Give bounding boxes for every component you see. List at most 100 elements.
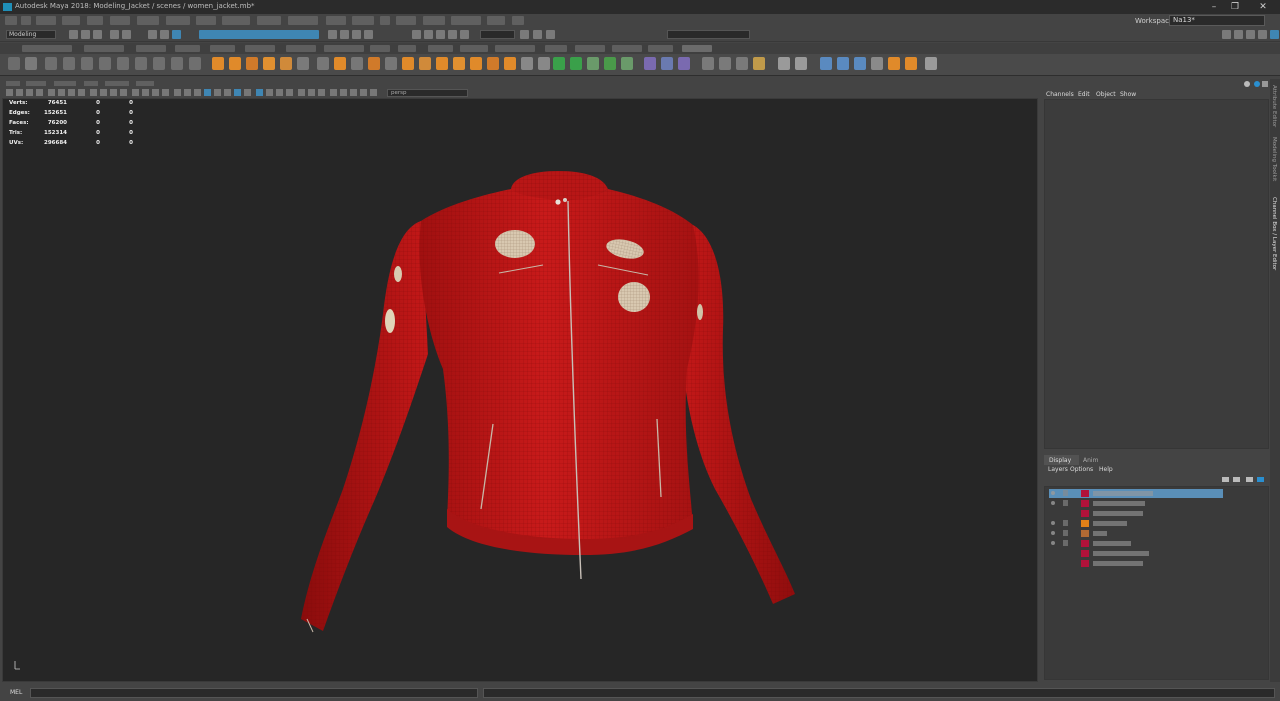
panel-menu-item[interactable]: [6, 81, 20, 86]
shelf-icon[interactable]: [570, 57, 582, 70]
viewport-toolbar-icon[interactable]: [6, 89, 13, 96]
shelf-tab[interactable]: [210, 45, 235, 52]
ipr-icon[interactable]: [460, 30, 469, 39]
menu-item[interactable]: [21, 16, 31, 25]
workspace-select[interactable]: Na13*: [1169, 15, 1265, 26]
channel-box-menu-channels[interactable]: Channels: [1046, 91, 1074, 98]
modeling-toolkit-tab[interactable]: Modeling Toolkit: [1271, 137, 1277, 181]
shelf-icon[interactable]: [212, 57, 224, 70]
toggle-panel-icon[interactable]: [1258, 30, 1267, 39]
shelf-icon[interactable]: [135, 57, 147, 70]
shelf-tab[interactable]: [324, 45, 364, 52]
menu-item[interactable]: [396, 16, 416, 25]
select-mode-icon[interactable]: [148, 30, 157, 39]
layer-visibility-icon[interactable]: [1051, 541, 1055, 545]
shelf-icon[interactable]: [317, 57, 329, 70]
shelf-icon[interactable]: [736, 57, 748, 70]
select-mode-icon[interactable]: [172, 30, 181, 39]
render-select[interactable]: [480, 30, 515, 39]
move-layer-up-icon[interactable]: [1222, 477, 1229, 482]
menu-item[interactable]: [380, 16, 390, 25]
shelf-icon[interactable]: [538, 57, 550, 70]
render-icon[interactable]: [436, 30, 445, 39]
channel-box-menu-edit[interactable]: Edit: [1078, 91, 1090, 98]
layer-row[interactable]: [1049, 539, 1223, 548]
layer-playback-icon[interactable]: [1063, 490, 1068, 496]
viewport-toolbar-icon[interactable]: [184, 89, 191, 96]
input-field[interactable]: [667, 30, 750, 39]
toggle-panel-icon[interactable]: [1222, 30, 1231, 39]
viewport-toolbar-icon[interactable]: [214, 89, 221, 96]
shelf-icon[interactable]: [753, 57, 765, 70]
menu-item[interactable]: [5, 16, 17, 25]
snap-curve-icon[interactable]: [340, 30, 349, 39]
shelf-icon[interactable]: [297, 57, 309, 70]
layer-color-swatch[interactable]: [1081, 550, 1089, 557]
snap-point-icon[interactable]: [352, 30, 361, 39]
shelf-icon[interactable]: [246, 57, 258, 70]
shelf-icon[interactable]: [419, 57, 431, 70]
shelf-icon[interactable]: [621, 57, 633, 70]
shelf-icon[interactable]: [45, 57, 57, 70]
attribute-editor-tab[interactable]: Attribute Editor: [1271, 85, 1277, 127]
layer-color-swatch[interactable]: [1081, 510, 1089, 517]
selection-mask-bar[interactable]: [199, 30, 319, 39]
menu-item[interactable]: [288, 16, 318, 25]
viewport-toolbar-icon[interactable]: [266, 89, 273, 96]
menu-item[interactable]: [36, 16, 56, 25]
layer-visibility-icon[interactable]: [1051, 501, 1055, 505]
minimize-icon[interactable]: –: [1205, 1, 1223, 13]
shelf-icon[interactable]: [719, 57, 731, 70]
shelf-icon[interactable]: [263, 57, 275, 70]
layers-menu[interactable]: Layers: [1048, 466, 1068, 473]
shelf-icon[interactable]: [778, 57, 790, 70]
layer-visibility-icon[interactable]: [1051, 491, 1055, 495]
viewport-toolbar-icon[interactable]: [120, 89, 127, 96]
shelf-tab[interactable]: [495, 45, 535, 52]
viewport-toolbar-icon[interactable]: [360, 89, 367, 96]
viewport-toolbar-icon[interactable]: [152, 89, 159, 96]
history-icon[interactable]: [424, 30, 433, 39]
shelf-tab[interactable]: [245, 45, 275, 52]
layer-row[interactable]: [1049, 529, 1223, 538]
menu-item[interactable]: [352, 16, 374, 25]
shelf-icon[interactable]: [171, 57, 183, 70]
viewport-toolbar-icon[interactable]: [330, 89, 337, 96]
layer-row[interactable]: [1049, 559, 1223, 568]
shelf-icon[interactable]: [81, 57, 93, 70]
shelf-icon[interactable]: [661, 57, 673, 70]
new-layer-icon[interactable]: [1246, 477, 1253, 482]
help-menu[interactable]: Help: [1099, 466, 1113, 473]
menu-item[interactable]: [110, 16, 130, 25]
shelf-icon[interactable]: [385, 57, 397, 70]
viewport-toolbar-icon[interactable]: [224, 89, 231, 96]
shelf-icon[interactable]: [644, 57, 656, 70]
shelf-tab-active[interactable]: [682, 45, 712, 52]
mel-label[interactable]: MEL: [10, 689, 22, 696]
layer-color-swatch[interactable]: [1081, 560, 1089, 567]
layer-color-swatch[interactable]: [1081, 520, 1089, 527]
snap-grid-icon[interactable]: [328, 30, 337, 39]
shelf-icon[interactable]: [229, 57, 241, 70]
new-scene-icon[interactable]: [69, 30, 78, 39]
viewport-toolbar-icon[interactable]: [48, 89, 55, 96]
shelf-tab[interactable]: [460, 45, 488, 52]
shelf-icon[interactable]: [99, 57, 111, 70]
new-layer-selected-icon[interactable]: [1257, 477, 1264, 482]
save-scene-icon[interactable]: [93, 30, 102, 39]
viewport-toolbar-icon[interactable]: [308, 89, 315, 96]
viewport-toolbar-icon[interactable]: [174, 89, 181, 96]
shelf-icon[interactable]: [117, 57, 129, 70]
shelf-icon[interactable]: [487, 57, 499, 70]
viewport-toolbar-icon[interactable]: [350, 89, 357, 96]
undo-icon[interactable]: [110, 30, 119, 39]
shelf-tab[interactable]: [545, 45, 567, 52]
panel-menu-item[interactable]: [26, 81, 46, 86]
shelf-icon[interactable]: [368, 57, 380, 70]
panel-menu-item[interactable]: [136, 81, 154, 86]
options-menu[interactable]: Options: [1070, 466, 1093, 473]
perspective-viewport[interactable]: Verts: 76451 0 0 Edges: 152651 0 0 Faces: 76200 0 0…: [2, 98, 1038, 682]
viewport-toolbar-icon[interactable]: [298, 89, 305, 96]
viewport-toolbar-icon[interactable]: [340, 89, 347, 96]
layer-color-swatch[interactable]: [1081, 530, 1089, 537]
